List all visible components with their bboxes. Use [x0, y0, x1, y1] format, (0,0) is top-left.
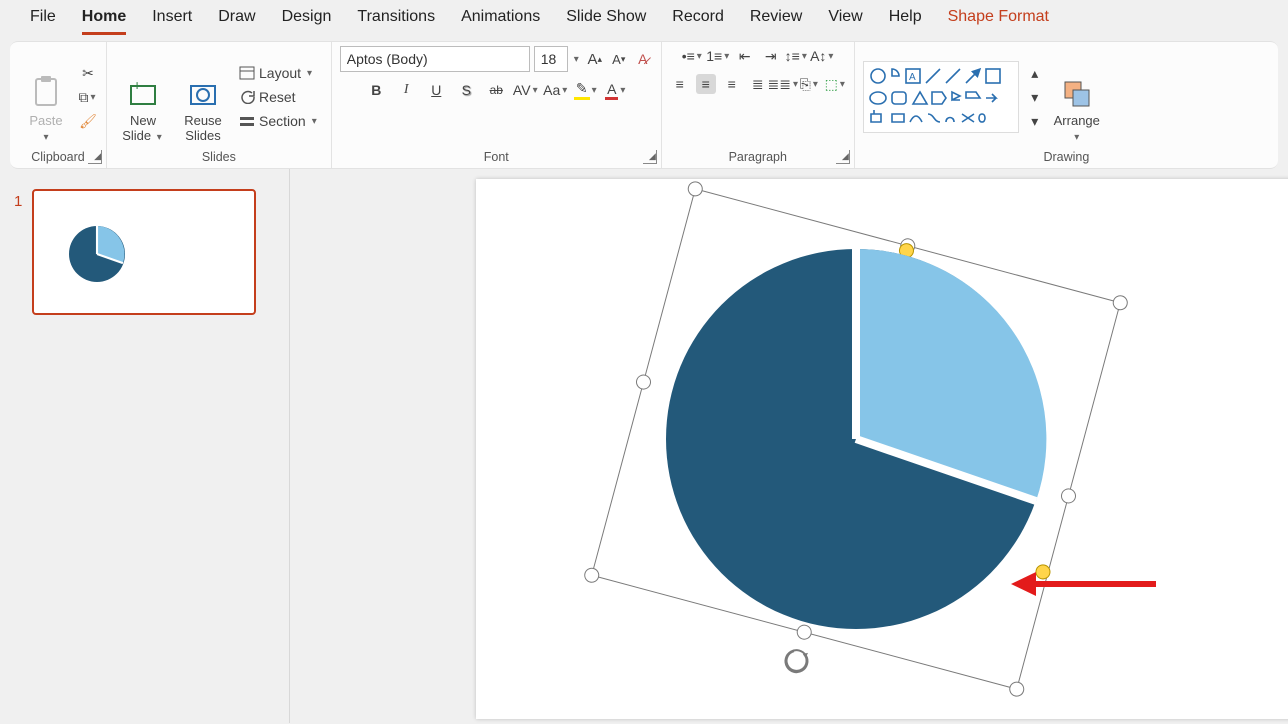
slide-thumbnail-1[interactable] — [32, 189, 256, 315]
new-slide-label: New Slide ▾ — [115, 114, 171, 143]
rotation-handle[interactable] — [783, 648, 810, 675]
reset-icon — [239, 90, 255, 104]
chevron-down-icon: ▾ — [41, 132, 50, 143]
group-drawing: A — [855, 42, 1278, 168]
change-case-button[interactable]: Aa▾ — [546, 80, 566, 100]
reuse-slides-button[interactable]: Reuse Slides — [175, 51, 231, 143]
text-shadow-button[interactable]: S — [456, 80, 476, 100]
arrange-icon — [1062, 79, 1092, 109]
group-paragraph: •≡▾ 1≡▾ ⇤ ⇥ ↕≡▾ A↕▾ ≡ ≡ ≡ ≣ ≣≣▾ ⎘▾ ⬚▾ Pa… — [662, 42, 855, 168]
group-slides: + New Slide ▾ Reuse Slides Layout▾ Reset… — [107, 42, 332, 168]
layout-button[interactable]: Layout▾ — [235, 63, 323, 83]
new-slide-button[interactable]: + New Slide ▾ — [115, 51, 171, 143]
shapes-expand-down[interactable]: ▾ — [1025, 87, 1045, 107]
menu-file[interactable]: File — [30, 8, 56, 35]
workspace: 1 — [0, 169, 1288, 723]
numbering-button[interactable]: 1≡▾ — [709, 46, 729, 66]
section-icon — [239, 114, 255, 128]
svg-text:+: + — [133, 80, 141, 93]
clipboard-icon — [31, 75, 61, 109]
italic-button[interactable]: I — [396, 80, 416, 100]
highlight-color-button[interactable]: ✎▾ — [576, 80, 596, 100]
reuse-slides-icon — [187, 80, 219, 110]
font-size-dropdown[interactable]: ▾ — [572, 54, 581, 65]
paste-button[interactable]: Paste ▾ — [18, 51, 74, 143]
layout-icon — [239, 66, 255, 80]
thumbnail-number: 1 — [14, 189, 22, 315]
menubar: File Home Insert Draw Design Transitions… — [0, 0, 1288, 41]
thumbnail-pie-icon — [62, 219, 132, 289]
increase-indent-button[interactable]: ⇥ — [761, 46, 781, 66]
new-slide-icon: + — [127, 80, 159, 110]
clipboard-group-label: Clipboard — [18, 148, 98, 166]
align-text-button[interactable]: ⎘▾ — [800, 74, 820, 94]
bold-button[interactable]: B — [366, 80, 386, 100]
align-right-button[interactable]: ≡ — [722, 74, 742, 94]
slide-thumbnail-pane: 1 — [0, 169, 290, 723]
reuse-slides-label: Reuse Slides — [175, 114, 231, 143]
justify-button[interactable]: ≣ — [748, 74, 768, 94]
format-painter-button[interactable]: 🖌 — [78, 111, 98, 131]
columns-button[interactable]: ≣≣▾ — [774, 74, 794, 94]
slides-group-label: Slides — [115, 148, 323, 166]
shapes-expand-up[interactable]: ▴ — [1025, 63, 1045, 83]
decrease-indent-button[interactable]: ⇤ — [735, 46, 755, 66]
ribbon: Paste ▾ ✂ ⧉▾ 🖌 Clipboard ◢ + New Slide ▾… — [10, 41, 1278, 169]
reset-button[interactable]: Reset — [235, 87, 323, 107]
decrease-font-button[interactable]: A▾ — [609, 49, 629, 69]
menu-help[interactable]: Help — [889, 8, 922, 35]
section-button[interactable]: Section▾ — [235, 111, 323, 131]
increase-font-button[interactable]: A▴ — [585, 49, 605, 69]
menu-shape-format[interactable]: Shape Format — [948, 8, 1049, 35]
char-spacing-button[interactable]: AV▾ — [516, 80, 536, 100]
strikethrough-button[interactable]: ab — [486, 80, 506, 100]
font-color-button[interactable]: A▾ — [606, 80, 626, 100]
menu-record[interactable]: Record — [672, 8, 724, 35]
align-left-button[interactable]: ≡ — [670, 74, 690, 94]
paste-label: Paste — [29, 113, 62, 128]
annotation-arrow-icon — [1006, 554, 1166, 614]
arrange-label: Arrange — [1054, 113, 1100, 128]
menu-home[interactable]: Home — [82, 8, 126, 35]
cut-button[interactable]: ✂ — [78, 63, 98, 83]
group-clipboard: Paste ▾ ✂ ⧉▾ 🖌 Clipboard ◢ — [10, 42, 107, 168]
menu-draw[interactable]: Draw — [218, 8, 255, 35]
group-font: ▾ A▴ A▾ A̷ B I U S ab AV▾ Aa▾ ✎▾ A▾ Font… — [332, 42, 662, 168]
line-spacing-button[interactable]: ↕≡▾ — [787, 46, 807, 66]
menu-design[interactable]: Design — [282, 8, 332, 35]
font-size-input[interactable] — [534, 46, 568, 72]
menu-review[interactable]: Review — [750, 8, 802, 35]
shapes-expand-more[interactable]: ▾ — [1025, 111, 1045, 131]
copy-button[interactable]: ⧉▾ — [78, 87, 98, 107]
clipboard-dialog-launcher[interactable]: ◢ — [88, 150, 102, 164]
menu-insert[interactable]: Insert — [152, 8, 192, 35]
svg-text:A: A — [909, 72, 916, 83]
slide-canvas-area[interactable] — [290, 169, 1288, 723]
text-direction-button[interactable]: A↕▾ — [813, 46, 833, 66]
menu-slideshow[interactable]: Slide Show — [566, 8, 646, 35]
shapes-gallery[interactable]: A — [863, 61, 1019, 133]
underline-button[interactable]: U — [426, 80, 446, 100]
bullets-button[interactable]: •≡▾ — [683, 46, 703, 66]
font-family-input[interactable] — [340, 46, 530, 72]
smartart-button[interactable]: ⬚▾ — [826, 74, 846, 94]
menu-animations[interactable]: Animations — [461, 8, 540, 35]
slide-1[interactable] — [476, 179, 1288, 719]
menu-transitions[interactable]: Transitions — [357, 8, 435, 35]
menu-view[interactable]: View — [828, 8, 862, 35]
selected-pie-shape[interactable] — [536, 159, 1176, 719]
chevron-down-icon: ▾ — [1072, 132, 1081, 143]
arrange-button[interactable]: Arrange ▾ — [1049, 51, 1105, 143]
align-center-button[interactable]: ≡ — [696, 74, 716, 94]
clear-formatting-button[interactable]: A̷ — [633, 49, 653, 69]
